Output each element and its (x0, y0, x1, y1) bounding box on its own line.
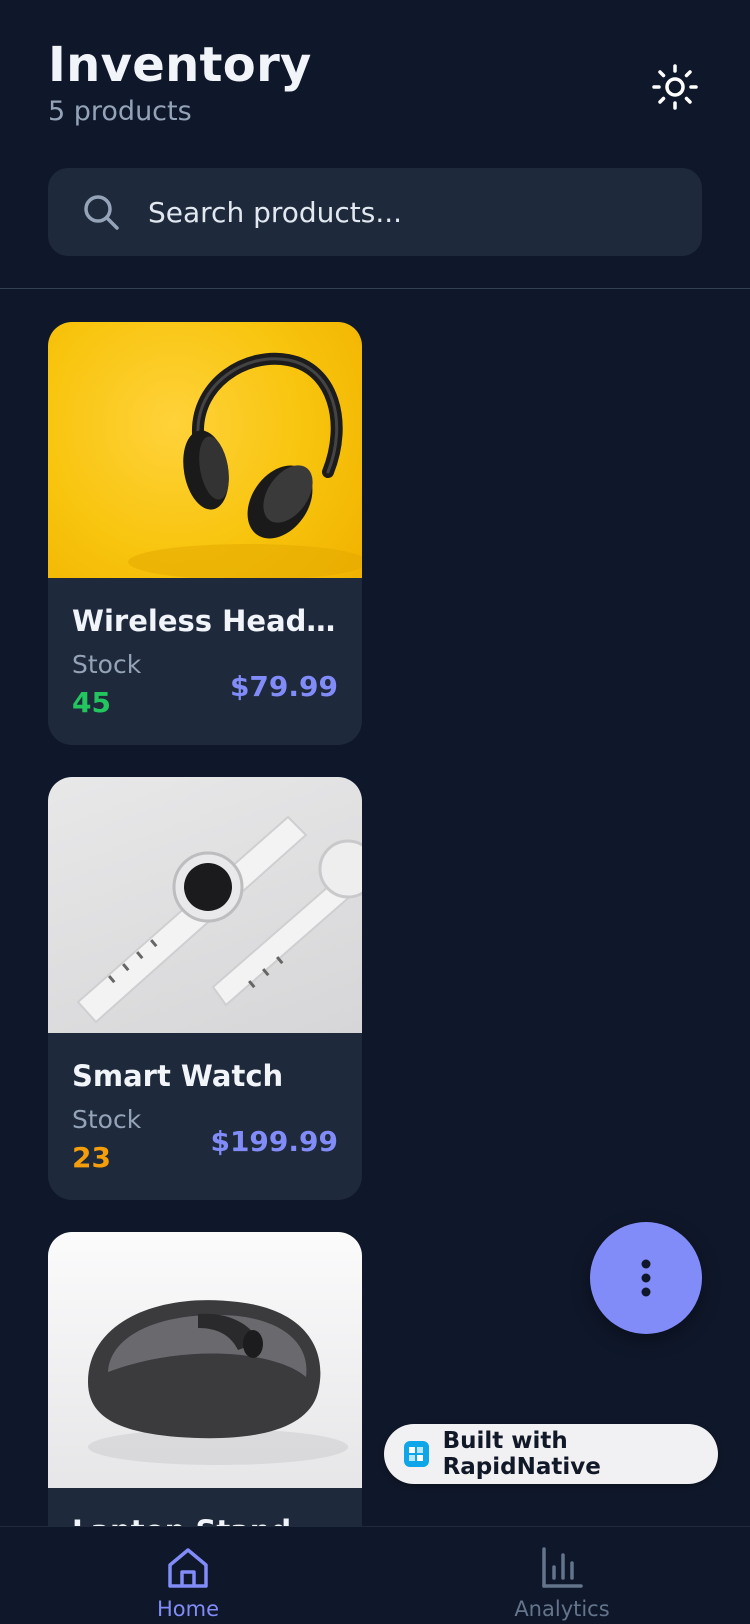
product-name: Wireless Headph... (72, 604, 338, 638)
product-image-mouse (48, 1232, 362, 1488)
product-card[interactable]: Laptop Stand (48, 1232, 362, 1526)
search-bar[interactable]: Search products... (48, 168, 702, 256)
sun-icon (652, 64, 698, 110)
search-icon (84, 195, 119, 230)
app-screen: Inventory 5 products Search products... … (0, 0, 750, 1624)
product-name: Smart Watch (72, 1059, 284, 1093)
product-image-headphones (48, 322, 362, 578)
tab-analytics-label: Analytics (514, 1597, 610, 1621)
product-card-body: Wireless Headph... Stock 45 $79.99 (48, 578, 362, 745)
bottom-tab-bar: Home Analytics (0, 1526, 750, 1624)
mouse-illustration (88, 1300, 348, 1465)
stock-label: Stock (72, 1105, 142, 1134)
product-price: $199.99 (210, 1125, 338, 1158)
product-name: Laptop Stand (72, 1514, 338, 1526)
product-card[interactable]: Smart Watch Stock 23 $199.99 (48, 777, 362, 1200)
product-list[interactable]: Wireless Headph... Stock 45 $79.99 (48, 322, 362, 1526)
home-icon (168, 1548, 208, 1588)
tab-home[interactable]: Home (88, 1527, 288, 1624)
stock-value: 45 (72, 686, 111, 719)
product-card-body: Smart Watch Stock 23 $199.99 (48, 1033, 362, 1200)
stock-label: Stock (72, 650, 142, 679)
rapidnative-logo-icon (404, 1441, 429, 1467)
headphones-illustration (128, 352, 362, 578)
theme-toggle-button[interactable] (648, 60, 702, 114)
product-price: $79.99 (229, 670, 338, 703)
product-image-smartwatch (48, 777, 362, 1033)
header-divider (0, 288, 750, 289)
built-with-badge[interactable]: Built with RapidNative (384, 1424, 718, 1484)
bar-chart-icon (542, 1547, 583, 1588)
smartwatch-illustration (76, 815, 362, 1024)
page-title: Inventory (48, 37, 312, 93)
badge-label: Built with RapidNative (442, 1428, 601, 1480)
more-options-fab[interactable] (590, 1222, 702, 1334)
product-count: 5 products (48, 96, 192, 127)
product-card[interactable]: Wireless Headph... Stock 45 $79.99 (48, 322, 362, 745)
more-vertical-icon (641, 1259, 651, 1297)
search-input[interactable]: Search products... (148, 196, 402, 229)
tab-home-label: Home (156, 1597, 219, 1621)
stock-value: 23 (72, 1141, 111, 1174)
product-card-body: Laptop Stand (48, 1488, 362, 1526)
tab-analytics[interactable]: Analytics (462, 1527, 662, 1624)
header: Inventory 5 products (48, 36, 702, 136)
